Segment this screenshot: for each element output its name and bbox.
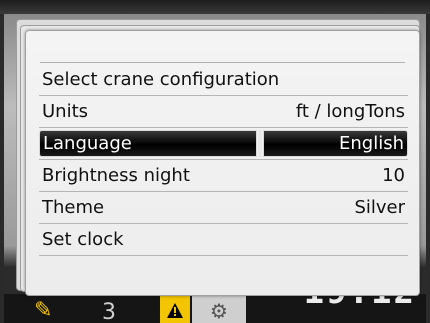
menu-item-value: ft / longTons [295,101,405,122]
menu-item-language[interactable]: Language English [39,128,408,160]
selection-divider [258,130,262,157]
menu-item-label: Select crane configuration [42,69,280,90]
menu-item-label: Set clock [42,229,124,250]
warning-icon[interactable] [160,296,190,323]
menu-item-label-selected: Language [39,130,257,157]
settings-menu-panel: Select crane configuration Units ft / lo… [25,30,420,296]
device-screen: ✎ 3 ⚙ 19:12 Select crane configuration U… [0,0,430,323]
menu-item-units[interactable]: Units ft / longTons [39,96,408,128]
menu-item-label: Theme [42,197,105,218]
menu-item-value: Silver [354,197,405,218]
menu-item-brightness-night[interactable]: Brightness night 10 [39,160,408,192]
menu-item-theme[interactable]: Theme Silver [39,192,408,224]
menu-item-value: 10 [382,165,405,186]
pencil-icon[interactable]: ✎ [34,296,84,323]
status-digit: 3 [102,300,116,323]
menu-item-select-crane-configuration[interactable]: Select crane configuration [39,64,408,96]
menu-top-divider [40,62,405,63]
menu-item-label: Brightness night [42,165,190,186]
crane-icon[interactable]: ⚙ [192,296,246,323]
menu-item-value-selected[interactable]: English [263,130,408,157]
device-frame-top [0,0,430,14]
menu-item-label: Units [42,101,89,122]
menu-item-set-clock[interactable]: Set clock [39,224,408,256]
settings-menu: Select crane configuration Units ft / lo… [39,64,408,256]
